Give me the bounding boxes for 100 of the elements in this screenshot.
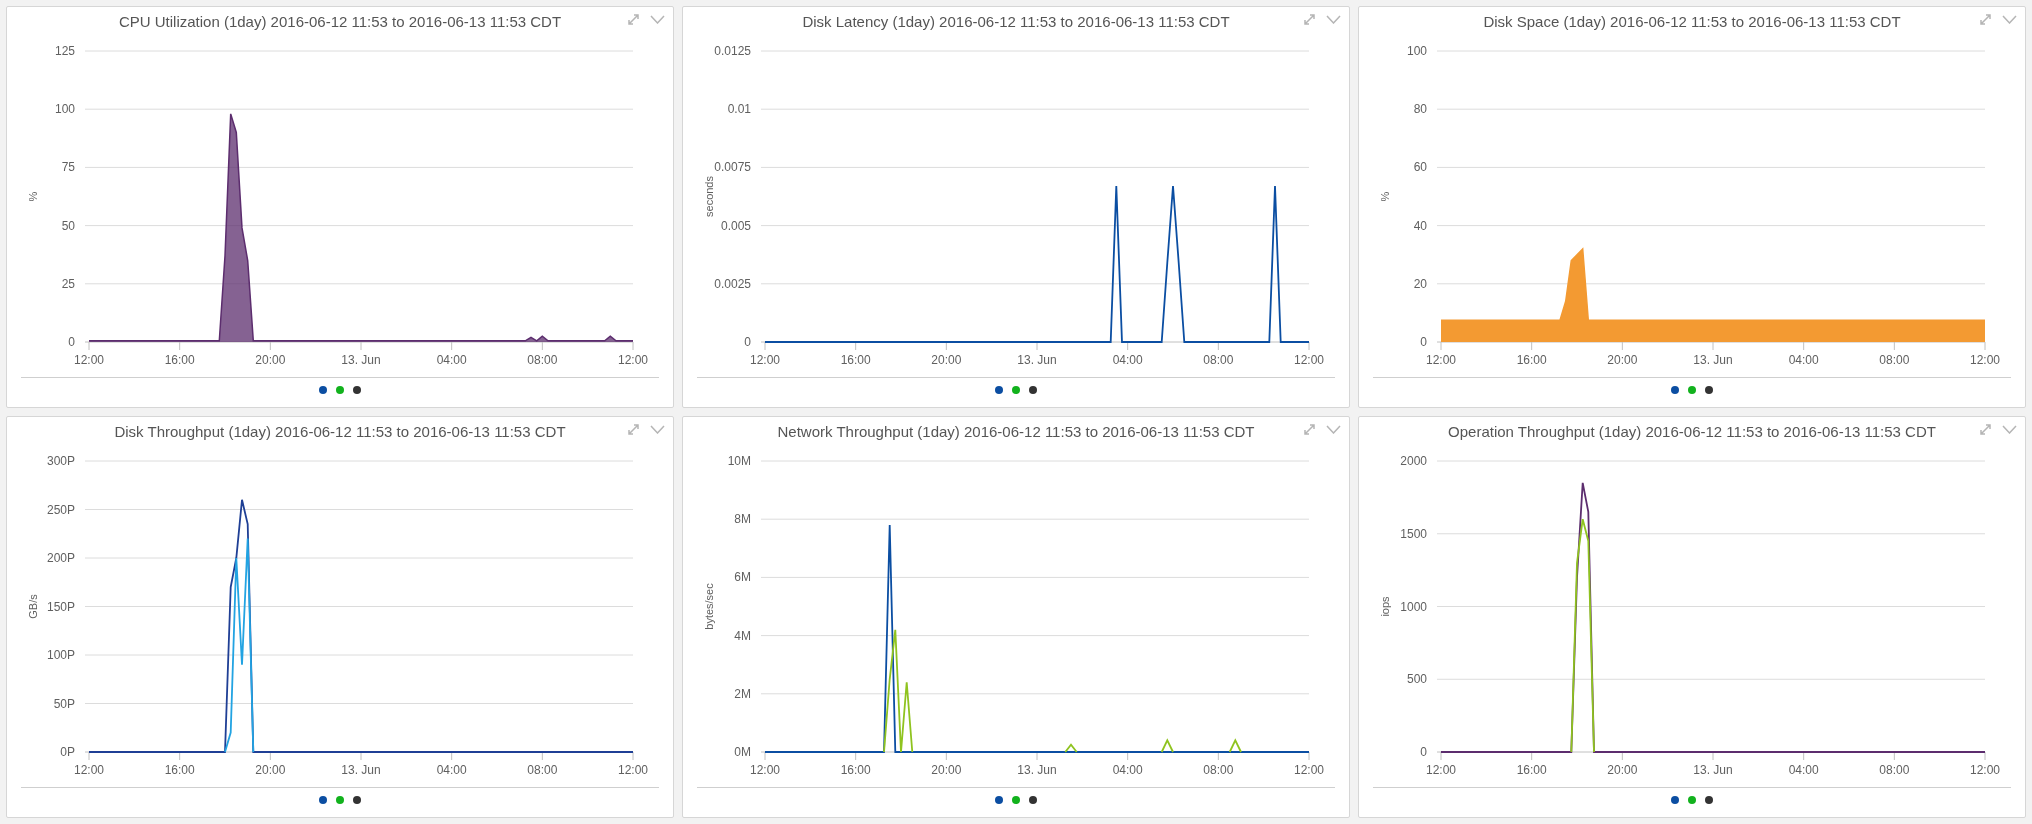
y-axis-tick-label: 0.005	[720, 218, 751, 233]
chart-title: Disk Space (1day) 2016-06-12 11:53 to 2016-06-13 11:53 CDT	[1483, 11, 1901, 32]
x-axis-tick-label: 08:00	[1879, 763, 1910, 777]
x-axis-tick-label: 20:00	[1607, 353, 1638, 367]
x-axis-tick-label: 12:00	[1426, 353, 1456, 367]
x-axis-tick-label: 16:00	[1516, 763, 1547, 777]
y-axis-tick-label: 75	[61, 160, 75, 175]
expand-icon[interactable]	[1979, 423, 1992, 436]
x-axis-tick-label: 08:00	[527, 353, 558, 367]
y-axis-tick-label: 125	[54, 44, 75, 58]
y-axis-tick-label: 200P	[46, 551, 75, 565]
chart-title: Disk Throughput (1day) 2016-06-12 11:53 to 2016-06-13 11:53 CDT	[114, 421, 566, 442]
x-axis-tick-label: 12:00	[1970, 353, 2000, 367]
y-axis-tick-label: 0	[1420, 745, 1427, 759]
y-axis-tick-label: 2000	[1400, 454, 1427, 468]
x-axis-tick-label: 16:00	[840, 353, 871, 367]
y-axis-tick-label: 6M	[734, 570, 751, 585]
chevron-down-icon[interactable]	[650, 15, 665, 24]
x-axis-tick-label: 12:00	[750, 763, 780, 777]
y-axis-tick-label: 50	[61, 218, 75, 233]
x-axis-tick-label: 12:00	[750, 353, 780, 367]
expand-icon[interactable]	[1303, 423, 1316, 436]
y-axis-tick-label: 300P	[46, 454, 75, 468]
x-axis-tick-label: 12:00	[618, 353, 648, 367]
x-axis-tick-label: 12:00	[1294, 353, 1324, 367]
x-axis-tick-label: 12:00	[1426, 763, 1456, 777]
x-axis-tick-label: 13. Jun	[341, 763, 381, 777]
chevron-down-icon[interactable]	[1326, 15, 1341, 24]
x-axis-tick-label: 20:00	[931, 353, 962, 367]
y-axis-tick-label: 10M	[727, 454, 751, 468]
y-axis-tick-label: 25	[61, 276, 75, 291]
chevron-down-icon[interactable]	[1326, 425, 1341, 434]
x-axis-tick-label: 13. Jun	[1693, 353, 1733, 367]
y-axis-tick-label: 100	[1406, 44, 1427, 58]
chart-title: Operation Throughput (1day) 2016-06-12 11:53 to 2016-06-13 11:53 CDT	[1448, 421, 1936, 442]
chevron-down-icon[interactable]	[2002, 425, 2017, 434]
x-axis-tick-label: 12:00	[1970, 763, 2000, 777]
expand-icon[interactable]	[627, 13, 640, 26]
y-axis-tick-label: 0.0075	[714, 160, 751, 175]
y-axis-tick-label: 8M	[734, 512, 751, 527]
expand-icon[interactable]	[1303, 13, 1316, 26]
y-axis-tick-label: 60	[1413, 160, 1427, 175]
x-axis-tick-label: 04:00	[1112, 353, 1143, 367]
x-axis-tick-label: 08:00	[1203, 353, 1234, 367]
y-axis-label: %	[27, 191, 39, 202]
y-axis-tick-label: 0M	[734, 745, 751, 759]
expand-icon[interactable]	[1979, 13, 1992, 26]
y-axis-tick-label: 80	[1413, 102, 1427, 117]
x-axis-tick-label: 04:00	[1788, 353, 1819, 367]
chart-title: Disk Latency (1day) 2016-06-12 11:53 to 2016-06-13 11:53 CDT	[802, 11, 1230, 32]
y-axis-tick-label: 4M	[734, 628, 751, 643]
y-axis-label: %	[1379, 191, 1391, 202]
x-axis-tick-label: 04:00	[436, 763, 467, 777]
y-axis-tick-label: 0P	[60, 745, 75, 759]
x-axis-tick-label: 12:00	[74, 353, 104, 367]
y-axis-tick-label: 0	[68, 335, 75, 349]
y-axis-tick-label: 0	[1420, 335, 1427, 349]
x-axis-tick-label: 13. Jun	[1017, 353, 1057, 367]
x-axis-tick-label: 16:00	[840, 763, 871, 777]
y-axis-label: GB/s	[27, 594, 39, 619]
y-axis-tick-label: 40	[1413, 218, 1427, 233]
y-axis-tick-label: 100P	[46, 648, 75, 662]
x-axis-tick-label: 04:00	[1788, 763, 1819, 777]
y-axis-tick-label: 250P	[46, 502, 75, 517]
x-axis-tick-label: 16:00	[1516, 353, 1547, 367]
x-axis-tick-label: 20:00	[1607, 763, 1638, 777]
y-axis-tick-label: 0	[744, 335, 751, 349]
x-axis-tick-label: 20:00	[931, 763, 962, 777]
x-axis-tick-label: 04:00	[436, 353, 467, 367]
x-axis-tick-label: 08:00	[1879, 353, 1910, 367]
x-axis-tick-label: 13. Jun	[1017, 763, 1057, 777]
y-axis-tick-label: 500	[1406, 672, 1427, 687]
y-axis-tick-label: 50P	[53, 696, 75, 711]
y-axis-tick-label: 1000	[1400, 599, 1427, 614]
y-axis-tick-label: 2M	[734, 686, 751, 701]
y-axis-tick-label: 0.0125	[714, 44, 751, 58]
x-axis-tick-label: 12:00	[618, 763, 648, 777]
y-axis-tick-label: 150P	[46, 599, 75, 614]
y-axis-label: iops	[1379, 596, 1391, 617]
x-axis-tick-label: 20:00	[255, 353, 286, 367]
x-axis-tick-label: 20:00	[255, 763, 286, 777]
chevron-down-icon[interactable]	[650, 425, 665, 434]
y-axis-tick-label: 0.0025	[714, 276, 751, 291]
x-axis-tick-label: 08:00	[1203, 763, 1234, 777]
x-axis-tick-label: 16:00	[164, 353, 195, 367]
x-axis-tick-label: 08:00	[527, 763, 558, 777]
chart-title: Network Throughput (1day) 2016-06-12 11:53 to 2016-06-13 11:53 CDT	[777, 421, 1255, 442]
x-axis-tick-label: 12:00	[1294, 763, 1324, 777]
x-axis-tick-label: 12:00	[74, 763, 104, 777]
x-axis-tick-label: 04:00	[1112, 763, 1143, 777]
x-axis-tick-label: 13. Jun	[1693, 763, 1733, 777]
chart-title: CPU Utilization (1day) 2016-06-12 11:53 to 2016-06-13 11:53 CDT	[118, 11, 562, 32]
y-axis-tick-label: 100	[54, 102, 75, 117]
x-axis-tick-label: 16:00	[164, 763, 195, 777]
chevron-down-icon[interactable]	[2002, 15, 2017, 24]
y-axis-label: seconds	[703, 176, 715, 217]
expand-icon[interactable]	[627, 423, 640, 436]
y-axis-tick-label: 20	[1413, 276, 1427, 291]
x-axis-tick-label: 13. Jun	[341, 353, 381, 367]
y-axis-label: bytes/sec	[703, 583, 715, 630]
